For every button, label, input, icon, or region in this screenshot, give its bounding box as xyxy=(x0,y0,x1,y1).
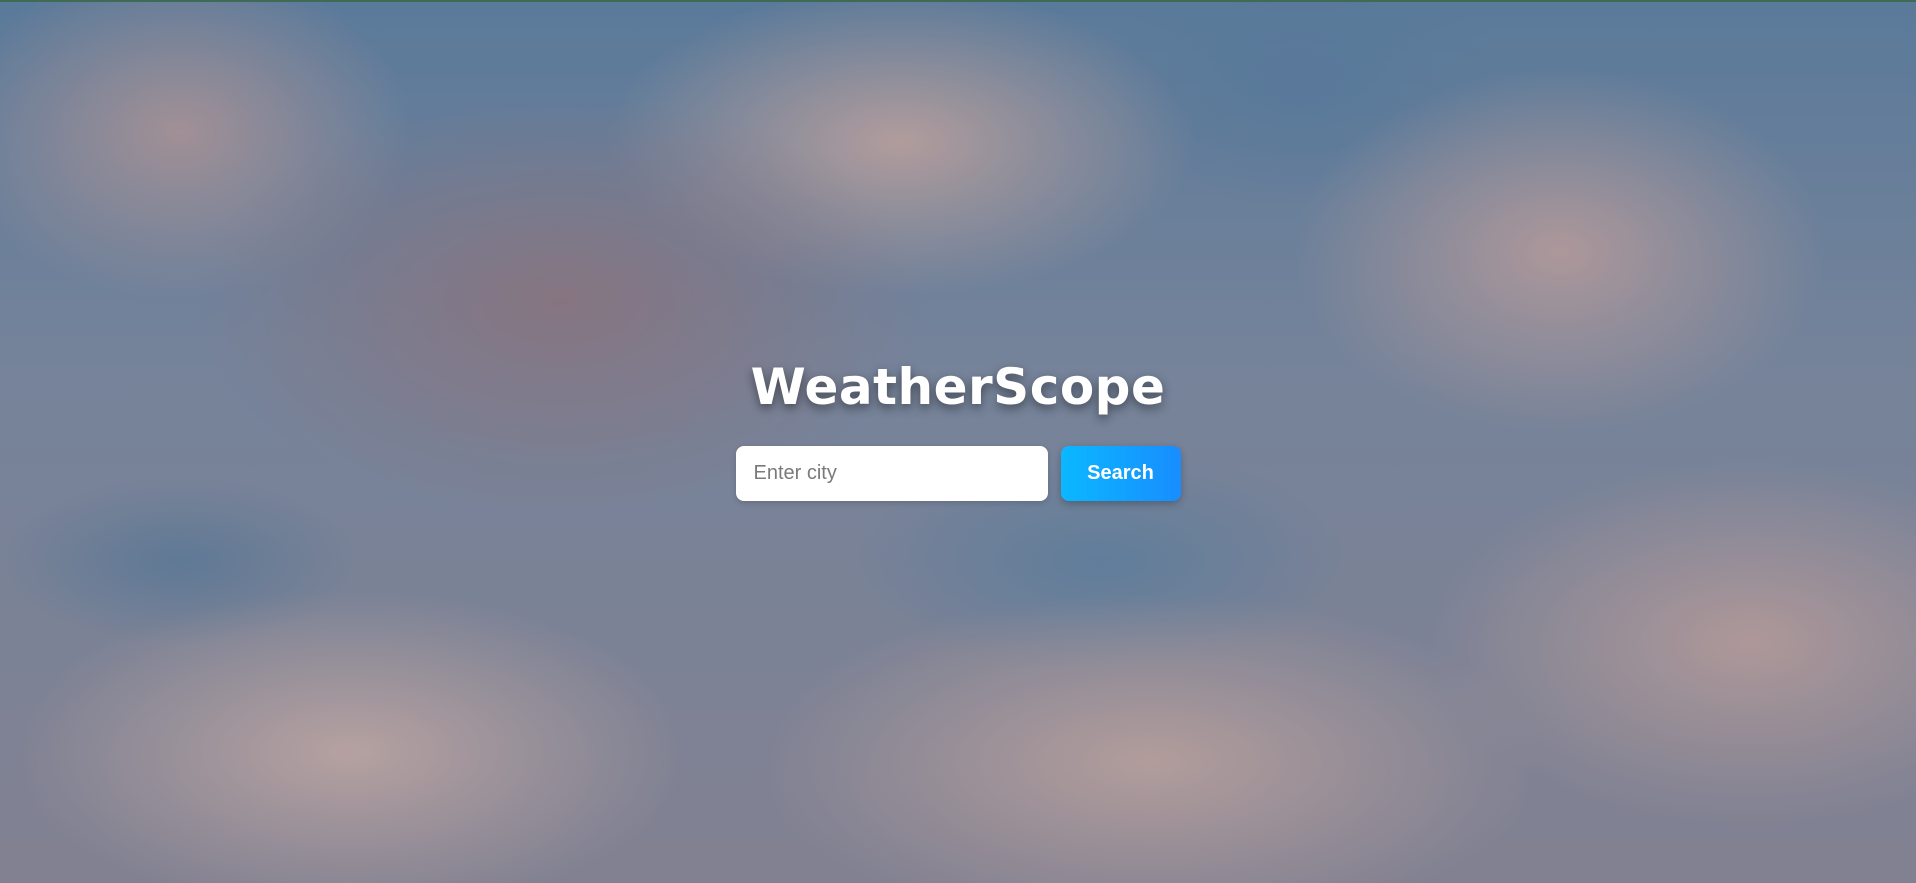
search-bar: Search xyxy=(0,446,1916,501)
search-button[interactable]: Search xyxy=(1060,446,1181,501)
app-title: WeatherScope xyxy=(750,358,1166,416)
city-search-input[interactable] xyxy=(735,446,1048,501)
main-content: WeatherScope Search xyxy=(0,362,1916,501)
